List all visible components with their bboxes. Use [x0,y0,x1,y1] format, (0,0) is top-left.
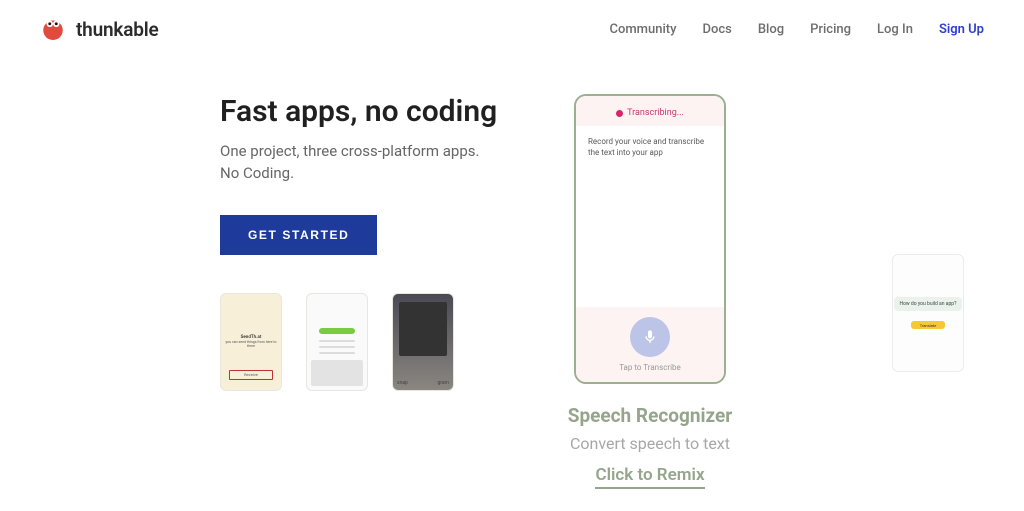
phone-mic-area: Tap to Transcribe [576,307,724,382]
translator-button: Translate [911,321,945,329]
hero-section: Fast apps, no coding One project, three … [0,54,1024,489]
nav-blog[interactable]: Blog [758,22,784,37]
phone-status-text: Transcribing... [627,108,684,118]
right-phone-column: How do you build an app? Translate [892,254,964,372]
thunkable-logo-icon [40,16,66,42]
site-header: thunkable Community Docs Blog Pricing Lo… [0,0,1024,54]
keyboard-icon [311,360,363,386]
thumb-receive-box: Receive [229,370,273,380]
hero-subtitle: One project, three cross-platform apps. … [220,141,500,185]
phone-status-bar: Transcribing... [576,96,724,126]
template-thumbnails: SendTh.at you can send things from here … [220,293,500,391]
nav-community[interactable]: Community [609,22,676,37]
thumb-green-button [319,328,355,334]
featured-caption: Speech Recognizer Convert speech to text… [568,404,733,489]
translator-bubble: How do you build an app? [894,297,963,311]
phone-description: Record your voice and transcribe the tex… [576,126,724,168]
thumbnail-snapgram[interactable]: snap gram [392,293,454,391]
thumb-photo-left: snap [397,380,408,386]
nav-docs[interactable]: Docs [702,22,731,37]
featured-phone-mock[interactable]: Transcribing... Record your voice and tr… [574,94,726,384]
click-to-remix-link[interactable]: Click to Remix [595,465,704,489]
nav-signup[interactable]: Sign Up [939,22,984,37]
nav-login[interactable]: Log In [877,22,913,37]
thumbnail-keyboard[interactable] [306,293,368,391]
featured-title: Speech Recognizer [568,404,733,427]
get-started-button[interactable]: GET STARTED [220,215,377,255]
tap-to-transcribe-label: Tap to Transcribe [619,363,681,372]
thumb-sub: you can send things from here to there [221,340,281,348]
nav-pricing[interactable]: Pricing [810,22,851,37]
hero-title: Fast apps, no coding [220,94,500,129]
microphone-icon [630,317,670,357]
thumbnail-sendthat[interactable]: SendTh.at you can send things from here … [220,293,282,391]
featured-subtitle: Convert speech to text [568,433,733,455]
brand[interactable]: thunkable [40,16,159,42]
recording-dot-icon [616,110,623,117]
main-nav: Community Docs Blog Pricing Log In Sign … [609,22,984,37]
thumb-photo-right: gram [437,380,449,386]
hero-text-column: Fast apps, no coding One project, three … [220,94,500,489]
featured-template-column: Transcribing... Record your voice and tr… [540,94,760,489]
thumbnail-translator[interactable]: How do you build an app? Translate [892,254,964,372]
brand-name: thunkable [76,18,159,41]
